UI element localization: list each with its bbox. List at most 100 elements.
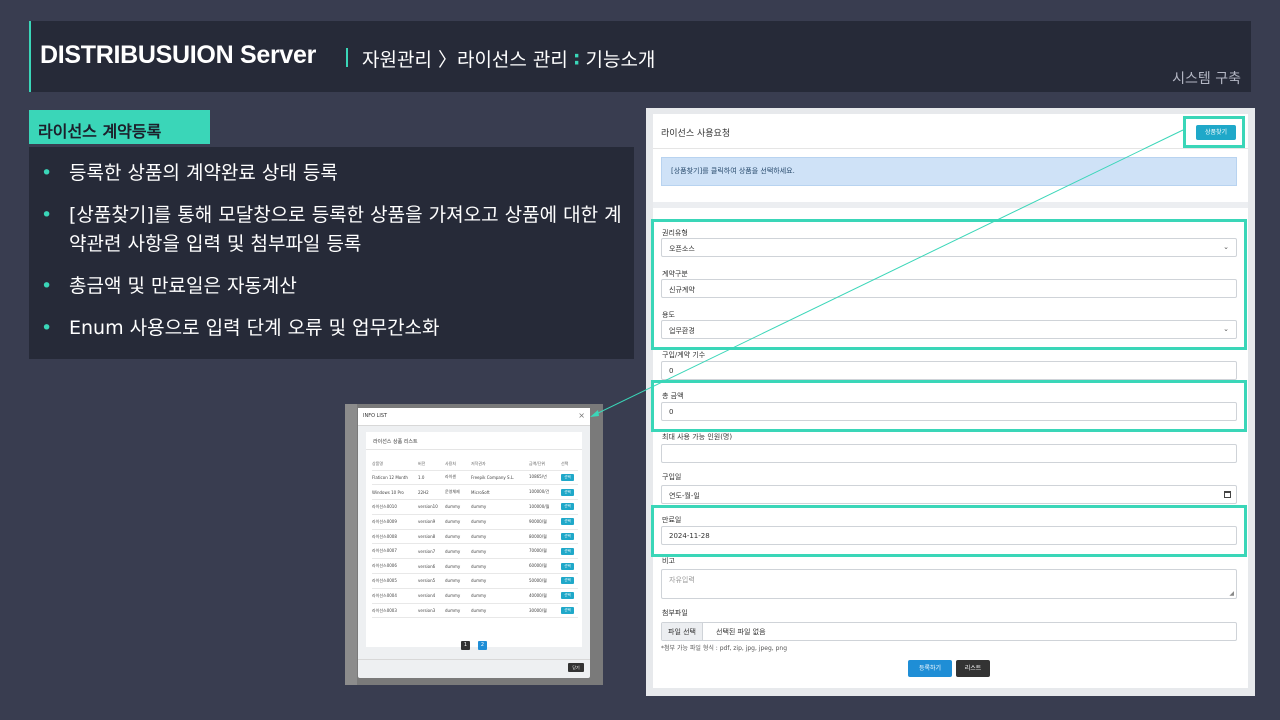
table-cell: version6	[418, 558, 445, 575]
table-row: 라이선스0006 version6 dummy dummy 60000/월 선택	[372, 558, 578, 575]
table-cell: MicroSoft	[471, 484, 529, 501]
breadcrumb-colon: ∶	[573, 49, 580, 71]
select-button[interactable]: 선택	[561, 592, 574, 600]
table-cell: 1.0	[418, 470, 445, 486]
table-header-row: 상품명 버전 사용처 저작권자 금액/단위 선택	[372, 458, 578, 471]
table-cell: Freepik Company S.L.	[471, 470, 529, 486]
close-button[interactable]: 닫기	[568, 663, 584, 672]
product-table: 상품명 버전 사용처 저작권자 금액/단위 선택 Flaticon 12 Mon…	[372, 458, 578, 619]
submit-button[interactable]: 등록하기	[908, 660, 952, 677]
table-cell: version5	[418, 573, 445, 589]
bullet-icon: •	[41, 317, 53, 339]
file-input[interactable]: 파일 선택 선택된 파일 없음	[661, 622, 1237, 641]
table-cell: 90000/월	[529, 514, 561, 530]
table-row: Windows 10 Pro 22H2 운영체제 MicroSoft 100000/건 선…	[372, 484, 578, 501]
select-button[interactable]: 선택	[561, 607, 574, 615]
table-cell: version7	[418, 543, 445, 560]
modal-backdrop	[345, 404, 357, 685]
page-button-2[interactable]: 2	[478, 641, 487, 650]
select-cell: 선택	[561, 514, 578, 530]
table-cell: dummy	[471, 529, 529, 545]
info-alert: [상품찾기]를 클릭하여 상품을 선택하세요.	[661, 157, 1237, 186]
column-header: 버전	[418, 458, 445, 471]
column-header: 사용처	[445, 458, 471, 471]
table-cell: dummy	[445, 558, 471, 575]
select-button[interactable]: 선택	[561, 503, 574, 511]
column-header: 저작권자	[471, 458, 529, 471]
table-cell: dummy	[471, 514, 529, 530]
feature-item: • 등록한 상품의 계약완료 상태 등록	[37, 159, 634, 188]
divider	[358, 659, 590, 660]
table-cell: 100000/월	[529, 499, 561, 515]
table-cell: 라이선스0007	[372, 543, 418, 560]
table-cell: dummy	[471, 499, 529, 515]
list-button[interactable]: 리스트	[956, 660, 990, 677]
select-button[interactable]: 선택	[561, 518, 574, 526]
table-cell: dummy	[445, 573, 471, 589]
table-cell: 라이선스0009	[372, 514, 418, 530]
table-row: 라이선스0007 version7 dummy dummy 70000/월 선택	[372, 543, 578, 560]
section-tag: 라이선스 계약등록	[29, 110, 210, 144]
calendar-icon[interactable]	[1224, 491, 1231, 498]
table-cell: 라이선스0003	[372, 603, 418, 619]
table-cell: Windows 10 Pro	[372, 484, 418, 501]
select-cell: 선택	[561, 484, 578, 501]
breadcrumb-section: 기능소개	[585, 49, 656, 71]
max-users-label: 최대 사용 가능 인원(명)	[662, 433, 733, 441]
table-row: 라이선스0004 version4 dummy dummy 40000/월 선택	[372, 588, 578, 604]
table-cell: version4	[418, 588, 445, 604]
info-list-modal: INFO LIST × 라이선스 상품 리스트 상품명 버전 사용처 저작권자 …	[358, 408, 590, 678]
column-header: 선택	[561, 458, 578, 471]
table-row: 라이선스0005 version5 dummy dummy 50000/월 선택	[372, 573, 578, 589]
table-cell: 40000/월	[529, 588, 561, 604]
breadcrumb: 자원관리 〉라이선스 관리 ∶ 기능소개	[362, 45, 655, 72]
bullet-icon: •	[41, 275, 53, 297]
table-cell: 80000/월	[529, 529, 561, 545]
table-cell: dummy	[471, 573, 529, 589]
table-cell: 10865/년	[529, 470, 561, 486]
select-button[interactable]: 선택	[561, 473, 574, 481]
table-cell: 라이선스0004	[372, 588, 418, 604]
select-cell: 선택	[561, 470, 578, 486]
select-button[interactable]: 선택	[561, 547, 574, 555]
select-cell: 선택	[561, 529, 578, 545]
table-cell: version3	[418, 603, 445, 619]
table-cell: dummy	[445, 514, 471, 530]
choose-file-button[interactable]: 파일 선택	[662, 623, 703, 640]
purchase-count-field[interactable]: 0	[661, 361, 1237, 380]
select-button[interactable]: 선택	[561, 488, 574, 496]
close-icon[interactable]: ×	[578, 411, 585, 420]
purchase-date-label: 구입일	[662, 473, 682, 481]
slide-title: DISTRIBUSUION Server	[40, 41, 317, 69]
table-cell: version8	[418, 529, 445, 545]
note-label: 비고	[662, 557, 675, 565]
table-row: 라이선스0008 version8 dummy dummy 80000/월 선택	[372, 529, 578, 545]
table-cell: Flaticon 12 Month	[372, 470, 418, 486]
select-button[interactable]: 선택	[561, 533, 574, 541]
highlight-find-button	[1183, 116, 1245, 148]
file-format-hint: *첨부 가능 파일 형식 : pdf, zip, jpg, jpeg, png	[661, 645, 788, 652]
table-cell: dummy	[471, 558, 529, 575]
table-cell: dummy	[445, 588, 471, 604]
card-title: 라이선스 상품 리스트	[373, 439, 418, 445]
modal-screenshot: INFO LIST × 라이선스 상품 리스트 상품명 버전 사용처 저작권자 …	[345, 404, 603, 685]
table-cell: 60000/월	[529, 558, 561, 575]
table-cell: dummy	[471, 588, 529, 604]
table-cell: dummy	[445, 499, 471, 515]
modal-title: INFO LIST	[363, 413, 388, 419]
select-button[interactable]: 선택	[561, 577, 574, 585]
table-cell: dummy	[471, 543, 529, 560]
table-cell: dummy	[445, 603, 471, 619]
max-users-field[interactable]	[661, 444, 1237, 463]
divider	[653, 202, 1248, 208]
note-textarea[interactable]: 자유입력 ◢	[661, 569, 1237, 599]
file-status: 선택된 파일 없음	[716, 628, 766, 636]
purchase-date-field[interactable]: 연도-월-일	[661, 485, 1237, 504]
divider	[653, 148, 1248, 149]
page-button-1[interactable]: 1	[461, 641, 470, 650]
table-cell: 30000/월	[529, 603, 561, 619]
table-cell: 라이선스0010	[372, 499, 418, 515]
select-button[interactable]: 선택	[561, 562, 574, 570]
attachment-label: 첨부파일	[662, 609, 688, 617]
resize-handle-icon[interactable]: ◢	[1229, 590, 1234, 597]
